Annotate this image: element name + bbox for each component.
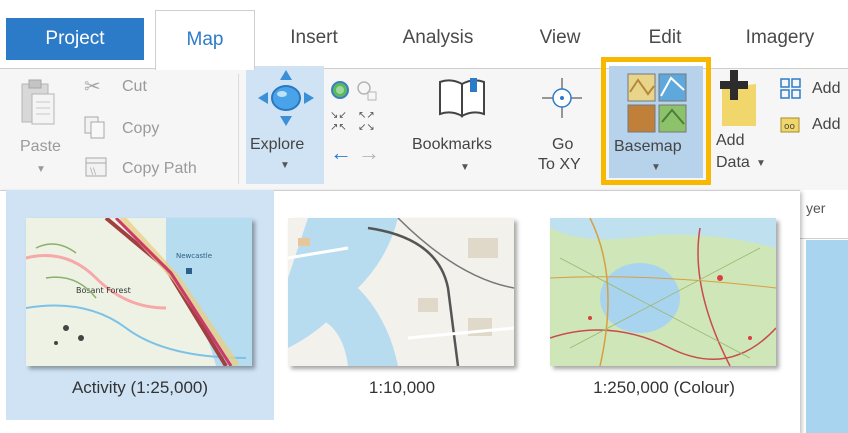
- explore-label: Explore: [250, 136, 305, 153]
- go-to-xy-label-line2: To XY: [538, 156, 581, 173]
- regional-map-thumbnail: [550, 218, 776, 366]
- copy-button[interactable]: Copy: [84, 116, 184, 142]
- bookmarks-label: Bookmarks: [412, 136, 493, 153]
- add-data-button[interactable]: Add Data ▼: [712, 66, 770, 184]
- copy-path-button[interactable]: \\ Copy Path: [84, 157, 224, 182]
- go-to-xy-button[interactable]: Go To XY: [526, 70, 598, 184]
- go-to-xy-label-line1: Go: [552, 136, 574, 153]
- add-graphics-label: Add: [812, 116, 841, 133]
- basemap-tile-1-10000[interactable]: 1:10,000: [268, 190, 536, 420]
- group-separator: [238, 74, 239, 184]
- chevron-down-icon: ▼: [460, 162, 470, 173]
- add-preset-button[interactable]: Add: [778, 78, 848, 102]
- copy-label: Copy: [122, 120, 160, 137]
- arrow-left-icon: ←: [330, 140, 352, 165]
- tab-analysis[interactable]: Analysis: [382, 16, 494, 60]
- crosshair-icon: [542, 78, 582, 118]
- basemap-tile-1-250000[interactable]: 1:250,000 (Colour): [530, 190, 798, 420]
- paste-label: Paste: [20, 138, 61, 155]
- full-extent-button[interactable]: [330, 80, 350, 100]
- explore-button[interactable]: Explore ▼: [246, 66, 324, 184]
- basemap-highlight-frame: [601, 57, 711, 185]
- next-extent-button[interactable]: →: [358, 140, 380, 165]
- arrow-right-icon: →: [358, 140, 380, 165]
- svg-text:Newcastle: Newcastle: [176, 252, 212, 260]
- chevron-down-icon: ▼: [280, 160, 290, 171]
- add-data-label-line2: Data: [716, 154, 750, 171]
- zoom-to-selection-icon: [357, 81, 377, 101]
- book-icon: [439, 78, 485, 118]
- paste-icon: [21, 79, 55, 125]
- tab-insert[interactable]: Insert: [268, 16, 360, 60]
- fixed-zoom-in-button[interactable]: ↘↙ ↗↖: [330, 108, 354, 133]
- zoom-in-arrows-icon: ↘↙ ↗↖: [330, 110, 347, 133]
- zoom-selected-button[interactable]: [356, 80, 378, 102]
- copy-path-icon: \\: [85, 157, 107, 177]
- svg-text:↙↘: ↙↘: [358, 122, 375, 132]
- copy-icon: [84, 116, 105, 139]
- tab-edit[interactable]: Edit: [625, 16, 705, 60]
- chevron-down-icon: ▼: [756, 158, 766, 169]
- svg-text:↗↖: ↗↖: [330, 122, 347, 132]
- bookmarks-button[interactable]: Bookmarks ▼: [410, 70, 520, 184]
- tab-map[interactable]: Map: [155, 10, 255, 70]
- paste-button[interactable]: Paste ▼: [14, 72, 62, 182]
- chevron-down-icon: ▼: [36, 164, 46, 175]
- previous-extent-button[interactable]: ←: [330, 140, 352, 165]
- ribbon-tab-strip: Project Map Insert Analysis View Edit Im…: [0, 0, 848, 70]
- basemap-tile-label: Activity (1:25,000): [71, 378, 209, 397]
- divider: [800, 238, 848, 239]
- fixed-zoom-out-button[interactable]: ↖↗ ↙↘: [358, 108, 382, 133]
- copy-path-label: Copy Path: [122, 160, 197, 177]
- grid-icon: [780, 78, 801, 99]
- svg-text:↖↗: ↖↗: [358, 110, 375, 121]
- add-data-icon: [720, 70, 756, 126]
- basemap-tile-label: 1:250,000 (Colour): [593, 378, 735, 397]
- basemap-tile-activity[interactable]: Bosant Forest Newcastle Activity (1:25,0…: [6, 190, 274, 420]
- add-data-label-line1: Add: [716, 132, 745, 149]
- tab-view[interactable]: View: [520, 16, 600, 60]
- svg-text:\\: \\: [90, 167, 97, 177]
- basemap-tile-label: 1:10,000: [368, 378, 436, 397]
- cut-button[interactable]: ✂ Cut: [84, 76, 184, 100]
- scissors-icon: ✂: [84, 76, 101, 98]
- tab-project[interactable]: Project: [6, 18, 144, 60]
- layer-group-label: yer: [806, 200, 826, 216]
- add-preset-label: Add: [812, 80, 841, 97]
- globe-icon: [331, 81, 349, 99]
- activity-map-thumbnail: Bosant Forest Newcastle: [26, 218, 252, 366]
- tab-imagery[interactable]: Imagery: [722, 16, 838, 60]
- explore-icon: [258, 70, 314, 126]
- graphics-layer-icon: oo: [780, 117, 800, 133]
- cut-label: Cut: [122, 78, 147, 95]
- street-map-thumbnail: [288, 218, 514, 366]
- add-graphics-layer-button[interactable]: oo Add: [778, 114, 848, 138]
- map-view-edge: [806, 240, 848, 433]
- zoom-out-arrows-icon: ↖↗ ↙↘: [358, 110, 375, 133]
- svg-text:↘↙: ↘↙: [330, 110, 347, 121]
- svg-text:oo: oo: [784, 122, 796, 132]
